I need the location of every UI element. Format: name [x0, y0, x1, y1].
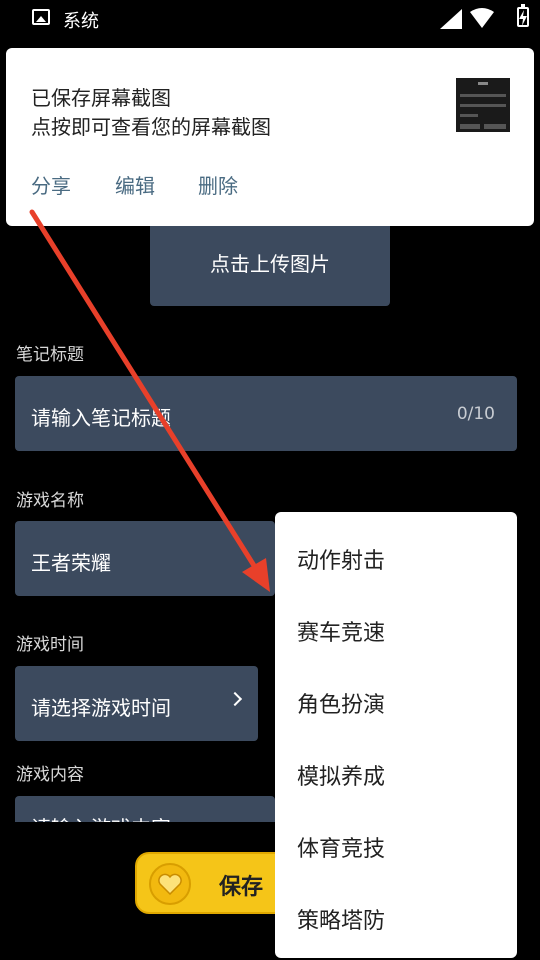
battery-icon [517, 4, 529, 27]
game-name-value: 王者荣耀 [31, 551, 111, 575]
menu-item-simulation[interactable]: 模拟养成 [297, 759, 385, 791]
note-title-counter: 0/10 [456, 404, 495, 424]
delete-button[interactable]: 删除 [198, 170, 238, 199]
heart-icon [149, 863, 191, 905]
screenshot-notification[interactable]: 已保存屏幕截图 点按即可查看您的屏幕截图 分享 编辑 删除 [6, 48, 534, 226]
game-type-menu: 动作射击 赛车竞速 角色扮演 模拟养成 体育竞技 策略塔防 [275, 512, 517, 958]
game-content-placeholder: 请输入游戏内容 [31, 812, 171, 822]
menu-item-strategy[interactable]: 策略塔防 [297, 903, 385, 935]
game-time-picker[interactable]: 请选择游戏时间 [15, 666, 258, 741]
signal-icon [440, 9, 462, 33]
status-bar: 系统 [0, 0, 540, 36]
save-button[interactable]: 保存 [135, 852, 295, 914]
share-button[interactable]: 分享 [31, 170, 71, 199]
upload-image-button[interactable]: 点击上传图片 [150, 226, 390, 306]
notification-subtitle: 点按即可查看您的屏幕截图 [31, 115, 271, 139]
upload-image-label: 点击上传图片 [210, 252, 330, 276]
note-title-label: 笔记标题 [16, 345, 84, 365]
image-icon [32, 9, 50, 25]
status-bar-title: 系统 [63, 11, 99, 32]
game-content-input[interactable]: 请输入游戏内容 [15, 796, 275, 822]
game-name-label: 游戏名称 [16, 491, 84, 511]
wifi-icon [470, 8, 494, 32]
game-time-label: 游戏时间 [16, 635, 84, 655]
menu-item-sports[interactable]: 体育竞技 [297, 831, 385, 863]
save-button-label: 保存 [219, 875, 264, 900]
notification-title: 已保存屏幕截图 [31, 86, 171, 110]
screenshot-thumbnail[interactable] [456, 78, 510, 132]
edit-button[interactable]: 编辑 [115, 170, 155, 199]
note-title-input[interactable]: 请输入笔记标题 0/10 [15, 376, 517, 451]
game-content-label: 游戏内容 [16, 765, 84, 785]
menu-item-action-shooting[interactable]: 动作射击 [297, 543, 385, 575]
game-time-placeholder: 请选择游戏时间 [31, 696, 171, 720]
game-name-select[interactable]: 王者荣耀 [15, 521, 275, 596]
chevron-right-icon [227, 691, 243, 707]
menu-item-racing[interactable]: 赛车竞速 [297, 615, 385, 647]
note-title-placeholder: 请输入笔记标题 [31, 406, 171, 430]
menu-item-role-playing[interactable]: 角色扮演 [297, 687, 385, 719]
